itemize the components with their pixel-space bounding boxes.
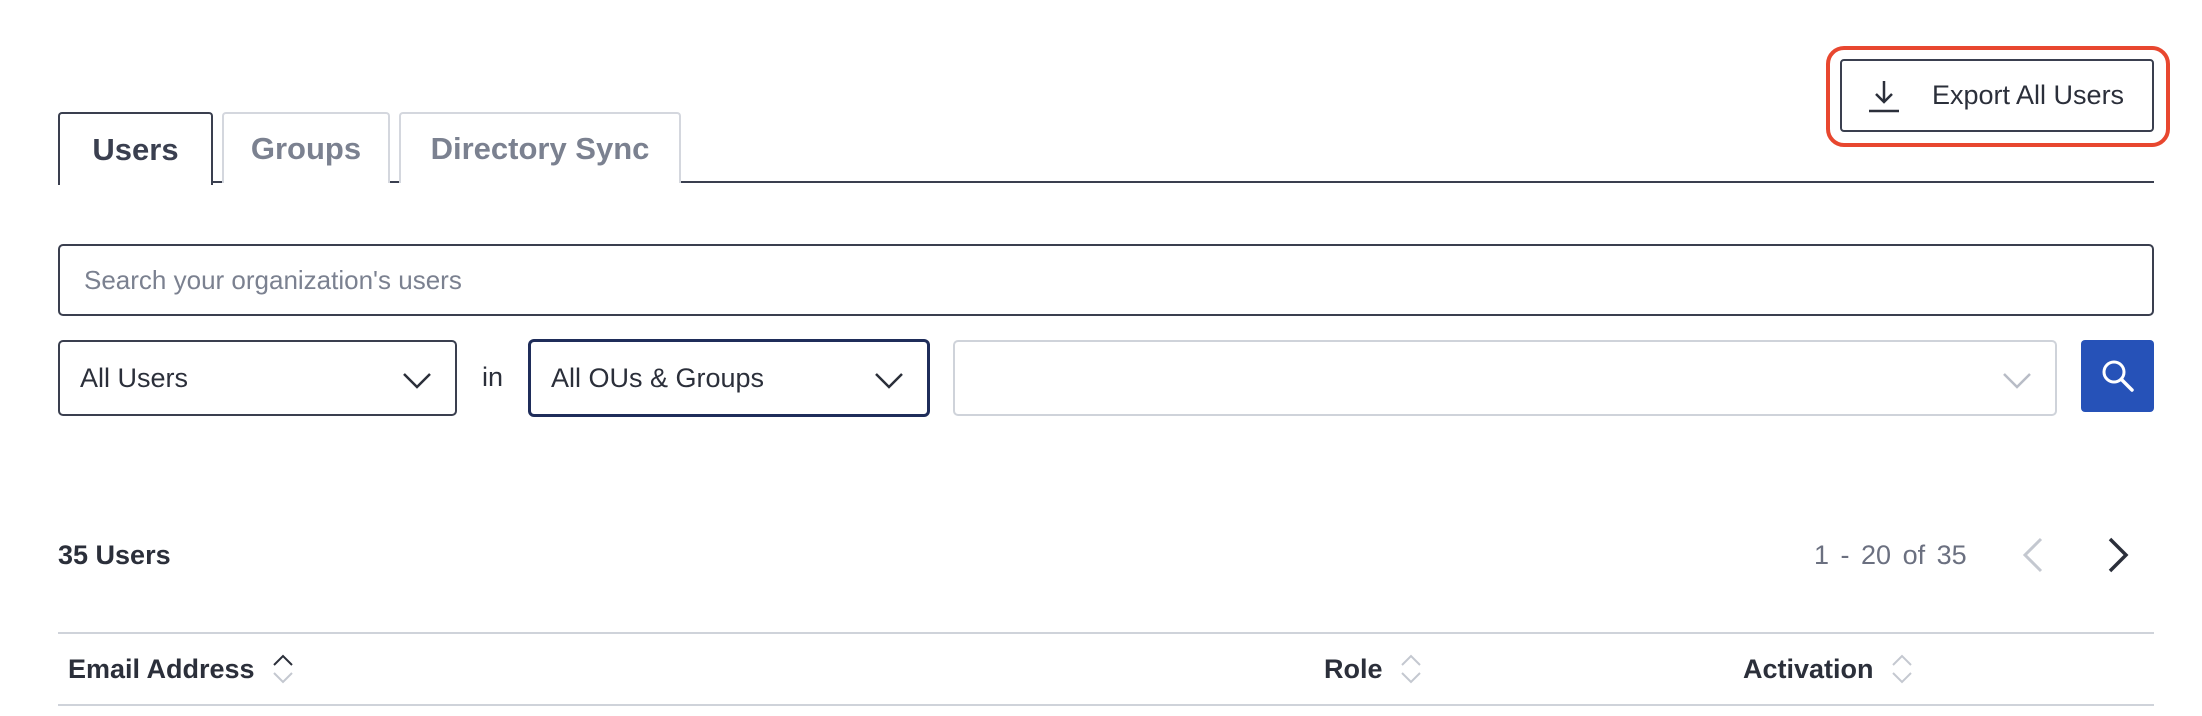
page-range: 1 - 20 bbox=[1814, 540, 1892, 570]
chevron-left-icon[interactable] bbox=[2015, 533, 2051, 577]
tab-groups[interactable]: Groups bbox=[222, 112, 390, 183]
in-connector-label: in bbox=[482, 362, 504, 392]
sort-icon bbox=[272, 654, 293, 684]
tab-directory-sync[interactable]: Directory Sync bbox=[399, 112, 681, 183]
tab-users[interactable]: Users bbox=[58, 112, 213, 185]
sort-icon bbox=[1400, 654, 1421, 684]
chevron-down-icon bbox=[875, 373, 903, 389]
column-email-address[interactable]: Email Address bbox=[68, 634, 295, 704]
column-label: Role bbox=[1324, 653, 1383, 684]
sort-icon bbox=[1891, 654, 1912, 684]
search-icon bbox=[2102, 360, 2134, 392]
chevron-down-icon bbox=[403, 373, 431, 389]
group-select[interactable] bbox=[953, 340, 2057, 416]
column-role[interactable]: Role bbox=[1324, 634, 1423, 704]
column-label: Email Address bbox=[68, 653, 255, 684]
search-input[interactable] bbox=[58, 244, 2154, 316]
chevron-down-icon bbox=[2003, 373, 2031, 389]
users-page: Users Groups Directory Sync Export All U… bbox=[0, 0, 2202, 716]
chevron-right-icon[interactable] bbox=[2100, 533, 2136, 577]
scope-value: All OUs & Groups bbox=[551, 362, 765, 393]
scope-select[interactable]: All OUs & Groups bbox=[529, 340, 929, 416]
table-header: Email Address Role Activation bbox=[58, 632, 2154, 706]
column-label: Activation bbox=[1743, 653, 1874, 684]
search-button[interactable] bbox=[2081, 340, 2154, 412]
user-type-select[interactable]: All Users bbox=[58, 340, 457, 416]
user-type-value: All Users bbox=[80, 362, 189, 393]
export-all-users-button[interactable]: Export All Users bbox=[1840, 59, 2154, 132]
pagination-summary: 1 - 20 of 35 bbox=[1814, 540, 1967, 571]
column-activation[interactable]: Activation bbox=[1743, 634, 1914, 704]
page-total: 35 bbox=[1936, 540, 1967, 570]
user-count: 35 Users bbox=[58, 540, 171, 570]
page-of-label: of bbox=[1902, 540, 1926, 570]
export-button-label: Export All Users bbox=[1932, 80, 2125, 110]
download-icon bbox=[1869, 80, 1899, 112]
